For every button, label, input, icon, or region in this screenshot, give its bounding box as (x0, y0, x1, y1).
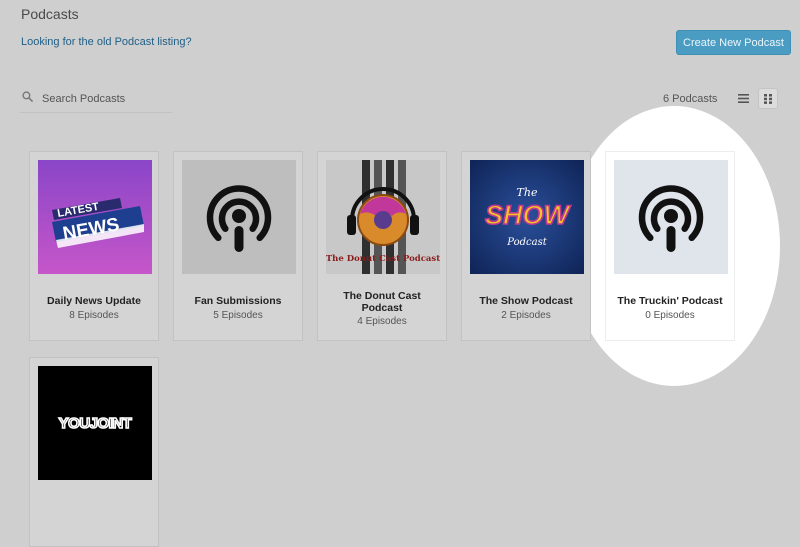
podcast-card-donut-cast[interactable]: The Donut Cast Podcast The Donut Cast Po… (317, 151, 447, 341)
create-new-podcast-button[interactable]: Create New Podcast (676, 30, 791, 55)
podcast-episode-count: 4 Episodes (357, 316, 407, 327)
podcast-card-fan-submissions[interactable]: Fan Submissions 5 Episodes (173, 151, 303, 341)
podcast-count: 6 Podcasts (663, 93, 718, 105)
podcast-artwork-youjoint: YOUJOINT (38, 366, 152, 480)
podcast-artwork-donut: The Donut Cast Podcast (326, 160, 440, 274)
podcast-title: The Show Podcast (479, 295, 573, 307)
podcast-icon (638, 185, 704, 252)
podcast-card-youjoint[interactable]: YOUJOINT (29, 357, 159, 547)
artwork-text-the: The (517, 186, 538, 199)
podcast-episode-count: 0 Episodes (645, 310, 695, 321)
podcast-artwork-default (182, 160, 296, 274)
page-title: Podcasts (21, 6, 79, 22)
podcast-title: Fan Submissions (194, 295, 282, 307)
podcast-artwork-default (614, 160, 728, 274)
podcast-episode-count: 2 Episodes (501, 310, 551, 321)
artwork-text-podcast: Podcast (506, 237, 547, 248)
artwork-text-donut-cast: The Donut Cast Podcast (326, 254, 440, 264)
grid-icon (764, 93, 772, 104)
artwork-text-youjoint: YOUJOINT (59, 415, 132, 432)
podcast-title: Daily News Update (47, 295, 141, 307)
search-icon (22, 91, 33, 102)
old-podcast-listing-link[interactable]: Looking for the old Podcast listing? (21, 36, 192, 48)
podcast-title: The Donut Cast Podcast (343, 290, 421, 314)
podcast-title: The Truckin' Podcast (617, 295, 723, 307)
search-input[interactable] (40, 88, 174, 110)
podcast-episode-count: 5 Episodes (213, 310, 263, 321)
list-icon (737, 94, 749, 103)
grid-view-button[interactable] (758, 88, 778, 109)
podcast-artwork-show: The SHOW Podcast (470, 160, 584, 274)
podcast-icon (206, 185, 272, 252)
search-bar (20, 88, 174, 113)
podcast-card-daily-news-update[interactable]: LATEST NEWS Daily News Update 8 Episodes (29, 151, 159, 341)
list-view-button[interactable] (733, 88, 753, 109)
artwork-text-show: SHOW (485, 200, 572, 230)
podcast-artwork-latest-news: LATEST NEWS (38, 160, 152, 274)
podcast-episode-count: 8 Episodes (69, 310, 119, 321)
podcast-card-truckin[interactable]: The Truckin' Podcast 0 Episodes (605, 151, 735, 341)
podcast-card-the-show[interactable]: The SHOW Podcast The Show Podcast 2 Epis… (461, 151, 591, 341)
